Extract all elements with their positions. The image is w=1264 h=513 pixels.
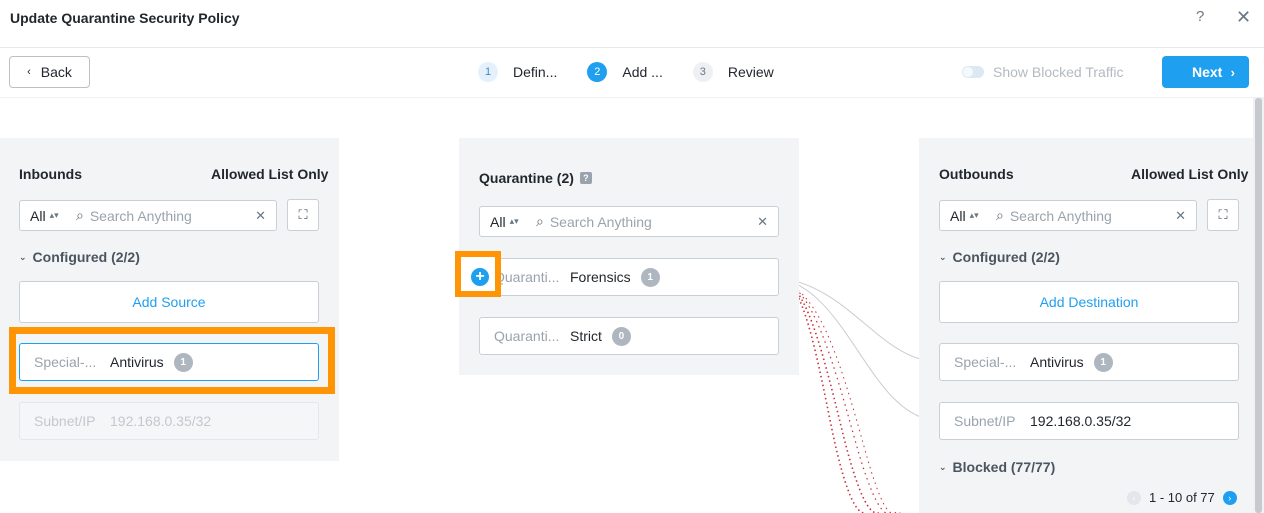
blocked-link-3 bbox=[781, 279, 896, 513]
clear-icon[interactable]: ✕ bbox=[757, 214, 768, 230]
inbounds-mode[interactable]: Allowed List Only bbox=[211, 166, 328, 182]
count-badge: 1 bbox=[173, 352, 193, 372]
inbounds-search-input[interactable]: Search Anything bbox=[90, 208, 255, 224]
count-badge: 0 bbox=[611, 326, 631, 346]
quarantine-item-strict[interactable]: Quaranti... Strict 0 bbox=[479, 317, 779, 355]
outbounds-filter-select[interactable]: All ▴▾ bbox=[940, 208, 996, 224]
security-policy-dialog: Update Quarantine Security Policy ? ✕ ‹ … bbox=[0, 0, 1264, 513]
search-icon: ⌕ bbox=[536, 213, 544, 229]
outbounds-search-input[interactable]: Search Anything bbox=[1010, 208, 1175, 224]
inbound-item-antivirus[interactable]: Special-... Antivirus 1 bbox=[19, 343, 319, 381]
count-badge: 1 bbox=[1093, 352, 1113, 372]
count-badge: 1 bbox=[640, 267, 660, 287]
quarantine-item-forensics[interactable]: Quaranti... Forensics 1 bbox=[479, 258, 779, 296]
add-source-button[interactable]: Add Source bbox=[19, 281, 319, 323]
search-icon: ⌕ bbox=[76, 207, 84, 223]
add-connection-icon[interactable]: + bbox=[471, 268, 489, 286]
clear-icon[interactable]: ✕ bbox=[1175, 208, 1186, 224]
expand-icon[interactable]: ⛶ bbox=[287, 199, 319, 231]
outbounds-blocked-toggle[interactable]: ⌄ Blocked (77/77) bbox=[939, 459, 1055, 475]
chevron-down-icon: ⌄ bbox=[19, 251, 27, 262]
inbound-item-subnet: Subnet/IP 192.168.0.35/32 bbox=[19, 402, 319, 440]
search-icon: ⌕ bbox=[996, 207, 1004, 223]
inbounds-filter-select[interactable]: All ▴▾ bbox=[20, 208, 76, 224]
inbounds-title: Inbounds bbox=[19, 166, 82, 182]
allowed-link-antivirus bbox=[777, 277, 941, 363]
blocked-pager: ‹ 1 - 10 of 77 › bbox=[1127, 490, 1237, 505]
chevron-down-icon: ⌄ bbox=[939, 461, 947, 472]
inbounds-search: All ▴▾ ⌕ Search Anything ✕ bbox=[19, 200, 277, 231]
outbounds-search: All ▴▾ ⌕ Search Anything ✕ bbox=[939, 200, 1197, 231]
previous-page-icon[interactable]: ‹ bbox=[1127, 490, 1141, 505]
expand-icon[interactable]: ⛶ bbox=[1207, 199, 1239, 231]
add-destination-button[interactable]: Add Destination bbox=[939, 281, 1239, 323]
outbounds-configured-toggle[interactable]: ⌄ Configured (2/2) bbox=[939, 249, 1060, 265]
outbounds-panel bbox=[919, 138, 1264, 513]
quarantine-search: All ▴▾ ⌕ Search Anything ✕ bbox=[479, 206, 779, 237]
next-page-icon[interactable]: › bbox=[1222, 490, 1237, 505]
outbound-item-antivirus[interactable]: Special-... Antivirus 1 bbox=[939, 343, 1239, 381]
quarantine-filter-select[interactable]: All ▴▾ bbox=[480, 214, 536, 230]
inbounds-configured-toggle[interactable]: ⌄ Configured (2/2) bbox=[19, 249, 140, 265]
info-icon[interactable]: ? bbox=[579, 172, 592, 184]
chevron-down-icon: ⌄ bbox=[939, 251, 947, 262]
scrollbar[interactable] bbox=[1253, 98, 1264, 513]
quarantine-search-input[interactable]: Search Anything bbox=[550, 214, 757, 230]
outbounds-title: Outbounds bbox=[939, 166, 1014, 182]
blocked-link-4 bbox=[783, 281, 901, 513]
clear-icon[interactable]: ✕ bbox=[255, 208, 266, 224]
pager-label: 1 - 10 of 77 bbox=[1149, 490, 1215, 505]
outbounds-mode[interactable]: Allowed List Only bbox=[1131, 166, 1248, 182]
outbound-item-subnet[interactable]: Subnet/IP 192.168.0.35/32 bbox=[939, 402, 1239, 440]
quarantine-title: Quarantine (2) ? bbox=[479, 170, 592, 186]
